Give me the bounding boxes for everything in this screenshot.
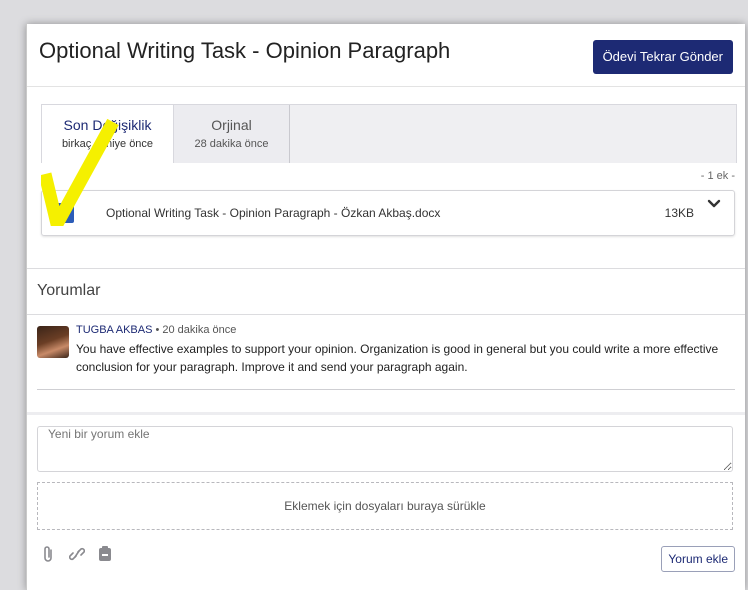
- resubmit-button[interactable]: Ödevi Tekrar Gönder: [592, 40, 733, 74]
- assignment-card: Optional Writing Task - Opinion Paragrap…: [26, 24, 745, 590]
- comment-input[interactable]: [37, 426, 733, 472]
- link-icon[interactable]: [69, 545, 85, 563]
- file-dropzone[interactable]: Eklemek için dosyaları buraya sürükle: [37, 482, 733, 530]
- divider: [37, 389, 735, 390]
- comments-title: Yorumlar: [37, 282, 101, 299]
- attachment-file[interactable]: W Optional Writing Task - Opinion Paragr…: [41, 190, 735, 236]
- tab-original[interactable]: Orjinal 28 dakika önce: [174, 105, 290, 163]
- comment-item: TUGBA AKBAS • 20 dakika önce You have ef…: [27, 314, 745, 390]
- avatar: [37, 326, 69, 358]
- comments-header: Yorumlar: [27, 268, 745, 315]
- assignment-header: Optional Writing Task - Opinion Paragrap…: [27, 24, 745, 87]
- page-title: Optional Writing Task - Opinion Paragrap…: [39, 38, 451, 63]
- comment-text: You have effective examples to support y…: [76, 342, 719, 374]
- version-tabs: Son Değişiklik birkaç saniye önce Orjina…: [41, 104, 737, 163]
- add-comment-button[interactable]: Yorum ekle: [661, 546, 735, 572]
- tab-original-time: 28 dakika önce: [194, 138, 269, 150]
- file-name[interactable]: Optional Writing Task - Opinion Paragrap…: [106, 206, 440, 220]
- word-icon: W: [54, 203, 74, 223]
- tab-latest-time: birkaç saniye önce: [61, 138, 154, 150]
- recorder-icon[interactable]: [97, 545, 113, 563]
- attachment-count: - 1 ek -: [700, 170, 735, 182]
- divider: [27, 412, 745, 415]
- comment-time: • 20 dakika önce: [155, 324, 237, 336]
- paperclip-icon[interactable]: [41, 545, 57, 563]
- comment-author[interactable]: TUGBA AKBAS: [76, 324, 152, 336]
- tab-original-label: Orjinal: [211, 117, 252, 133]
- chevron-down-icon[interactable]: [706, 197, 722, 211]
- tab-latest[interactable]: Son Değişiklik birkaç saniye önce: [42, 105, 174, 163]
- comment-meta: TUGBA AKBAS • 20 dakika önce: [76, 324, 236, 336]
- tab-latest-label: Son Değişiklik: [63, 117, 152, 133]
- file-size: 13KB: [664, 206, 694, 220]
